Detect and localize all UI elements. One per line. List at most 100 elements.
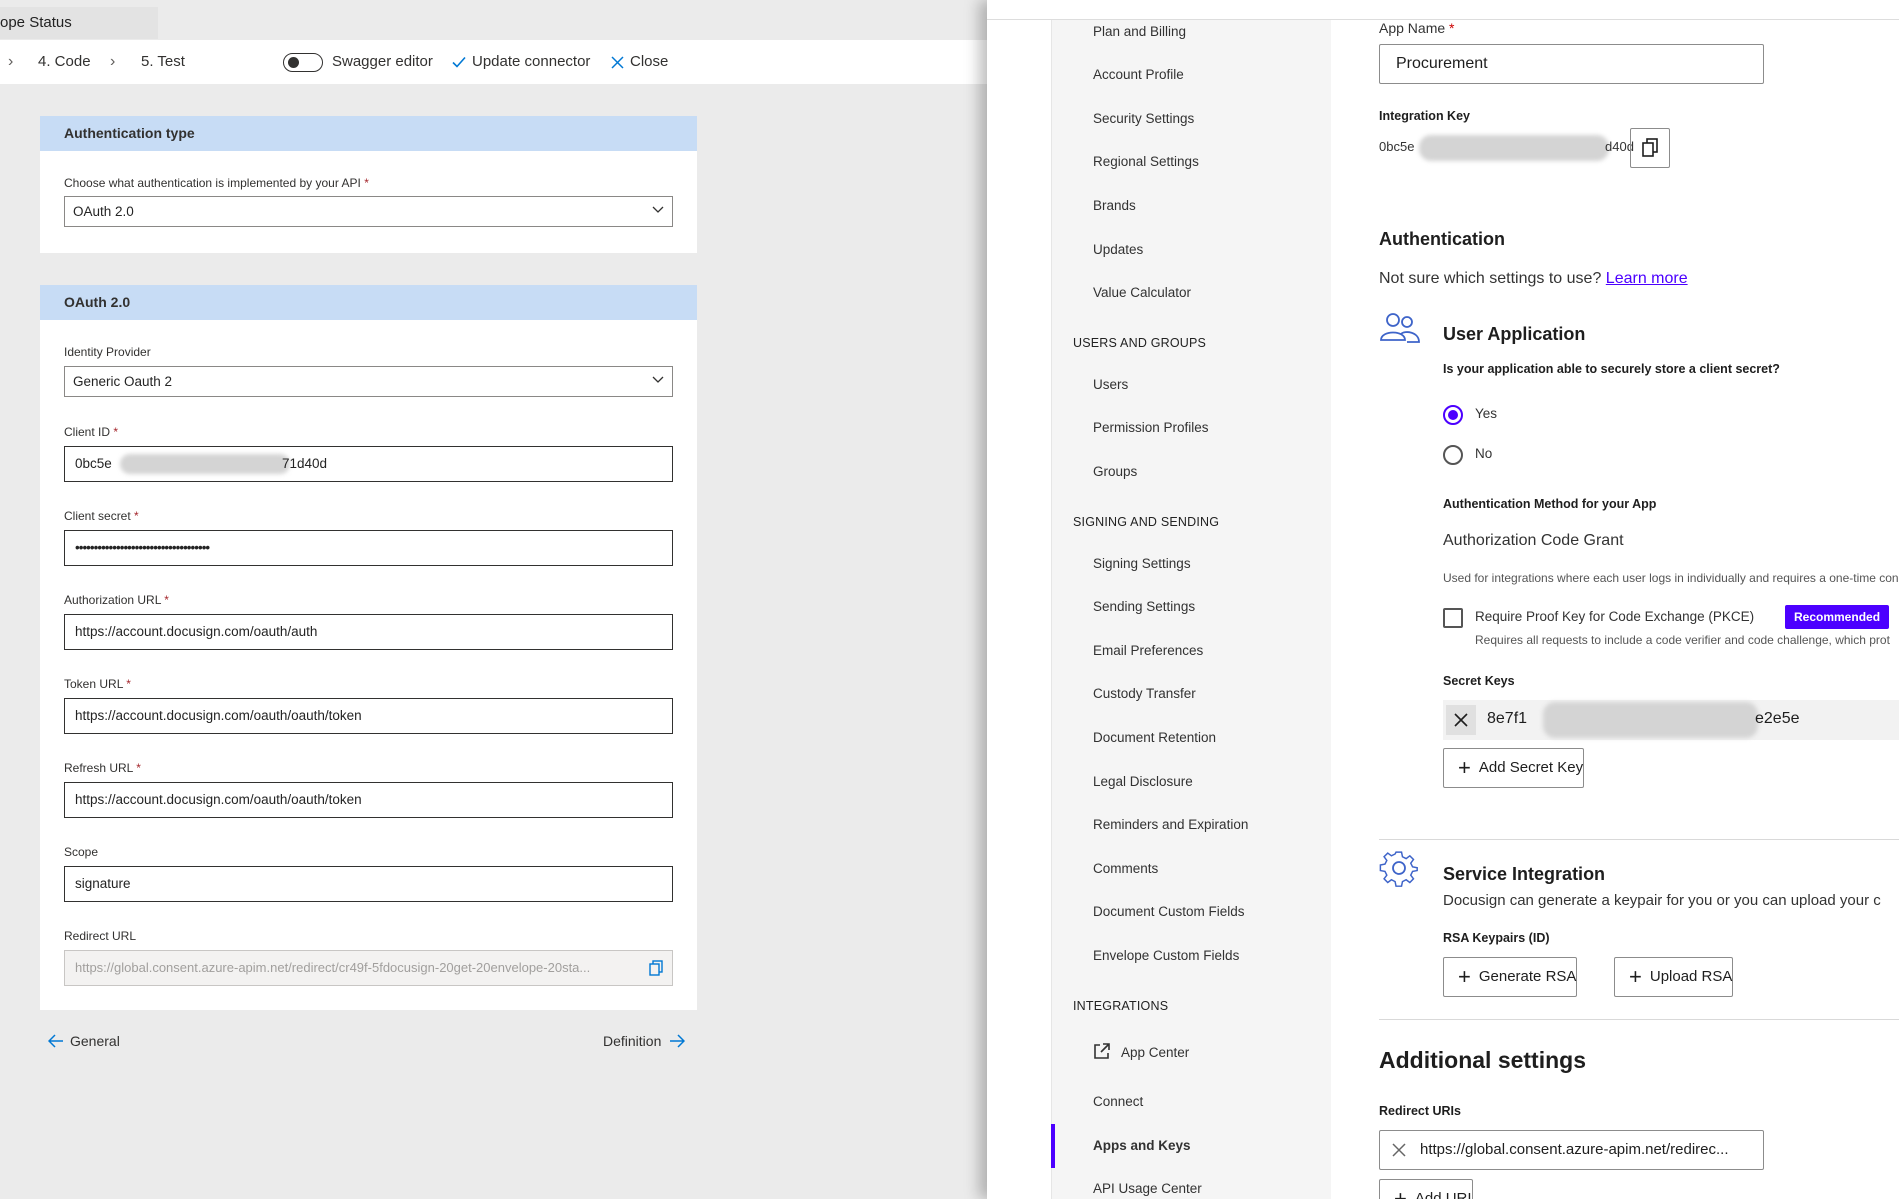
nav-brands[interactable]: Brands [1093, 196, 1136, 216]
generate-rsa-button[interactable]: + Generate RSA [1443, 957, 1578, 997]
generate-rsa-label: Generate RSA [1478, 968, 1577, 985]
app-name-input[interactable]: Procurement [1379, 44, 1764, 84]
client-secret-field[interactable]: •••••••••••••••••••••••••••••••••••• [64, 530, 673, 566]
secret-key-start: 8e7f1 [1487, 710, 1528, 727]
back-general-label: General [70, 1033, 120, 1049]
delete-secret-key-button[interactable] [1446, 705, 1476, 735]
nav-app-center[interactable]: App Center [1093, 1042, 1189, 1062]
redaction-blur [1543, 702, 1758, 738]
plus-icon: + [1629, 964, 1642, 989]
add-secret-key-button[interactable]: + Add Secret Key [1443, 748, 1585, 788]
chevron-down-icon [652, 376, 664, 383]
radio-yes[interactable] [1443, 405, 1463, 425]
pkce-checkbox[interactable] [1443, 608, 1463, 628]
not-sure-text: Not sure which settings to use? [1379, 270, 1602, 287]
authentication-heading: Authentication [1379, 229, 1505, 249]
chevron-right-icon: › [110, 53, 116, 70]
redirect-url-label: Redirect URL [64, 929, 137, 943]
secret-key-row: 8e7f1 e2e5e [1443, 700, 1899, 740]
refresh-url-field[interactable]: https://account.docusign.com/oauth/oauth… [64, 782, 673, 818]
next-definition-label: Definition [603, 1033, 662, 1049]
nav-sending-settings[interactable]: Sending Settings [1093, 597, 1195, 617]
client-id-start: 0bc5e [75, 456, 112, 471]
integration-key-start: 0bc5e [1379, 139, 1415, 154]
nav-custody-transfer[interactable]: Custody Transfer [1093, 684, 1196, 704]
update-connector-button[interactable]: Update connector [452, 40, 590, 84]
remove-uri-icon[interactable] [1392, 1143, 1406, 1157]
nav-plan-billing[interactable]: Plan and Billing [1093, 22, 1186, 42]
identity-provider-label: Identity Provider [64, 345, 151, 359]
nav-connect[interactable]: Connect [1093, 1092, 1143, 1112]
upload-rsa-button[interactable]: + Upload RSA [1614, 957, 1734, 997]
close-button[interactable]: Close [611, 40, 668, 84]
nav-updates[interactable]: Updates [1093, 240, 1143, 260]
sidebar-gutter [987, 0, 1052, 1199]
window-tab-title[interactable]: ope Status [0, 7, 158, 39]
nav-apps-and-keys[interactable]: Apps and Keys [1093, 1136, 1191, 1156]
next-definition-link[interactable]: Definition [603, 1030, 686, 1052]
nav-account-profile[interactable]: Account Profile [1093, 65, 1184, 85]
additional-settings-heading: Additional settings [1379, 1047, 1586, 1073]
nav-regional-settings[interactable]: Regional Settings [1093, 152, 1199, 172]
section-integrations: INTEGRATIONS [1073, 999, 1169, 1013]
integration-key-label: Integration Key [1379, 109, 1470, 123]
redirect-uri-input[interactable]: https://global.consent.azure-apim.net/re… [1379, 1130, 1764, 1170]
nav-api-usage-center[interactable]: API Usage Center [1093, 1179, 1202, 1199]
nav-legal-disclosure[interactable]: Legal Disclosure [1093, 772, 1193, 792]
nav-signing-settings[interactable]: Signing Settings [1093, 554, 1191, 574]
gear-icon [1379, 851, 1418, 887]
integration-key-value: 0bc5e d40d [1379, 135, 1639, 161]
rsa-keypairs-label: RSA Keypairs (ID) [1443, 931, 1550, 945]
oauth-header: OAuth 2.0 [40, 285, 697, 320]
add-uri-button[interactable]: + Add URI [1379, 1179, 1473, 1199]
update-connector-label: Update connector [472, 53, 591, 70]
nav-email-preferences[interactable]: Email Preferences [1093, 641, 1203, 661]
nav-envelope-custom-fields[interactable]: Envelope Custom Fields [1093, 946, 1239, 966]
nav-reminders-expiration[interactable]: Reminders and Expiration [1093, 815, 1248, 835]
service-integration-heading: Service Integration [1443, 864, 1606, 884]
nav-comments[interactable]: Comments [1093, 859, 1158, 879]
not-sure-row: Not sure which settings to use? Learn mo… [1379, 270, 1688, 288]
redaction-blur [120, 454, 290, 474]
redirect-url-field: https://global.consent.azure-apim.net/re… [64, 950, 673, 986]
nav-document-retention[interactable]: Document Retention [1093, 728, 1216, 748]
recommended-badge: Recommended [1785, 605, 1890, 629]
radio-yes-label: Yes [1475, 406, 1498, 421]
oauth-card: OAuth 2.0 Identity Provider Generic Oaut… [40, 285, 697, 1010]
nav-permission-profiles[interactable]: Permission Profiles [1093, 418, 1209, 438]
radio-no[interactable] [1443, 445, 1463, 465]
redirect-uri-value: https://global.consent.azure-apim.net/re… [1420, 1141, 1729, 1158]
auth-method-label: Authentication Method for your App [1443, 497, 1657, 511]
scope-field[interactable]: signature [64, 866, 673, 902]
active-nav-indicator [1051, 1124, 1055, 1168]
auth-method-value: Authorization Code Grant [1443, 532, 1624, 549]
copy-integration-key-button[interactable] [1630, 128, 1670, 168]
authorization-url-field[interactable]: https://account.docusign.com/oauth/auth [64, 614, 673, 650]
swagger-editor-toggle[interactable] [283, 53, 323, 72]
back-general-link[interactable]: General [47, 1030, 120, 1052]
nav-value-calculator[interactable]: Value Calculator [1093, 283, 1191, 303]
identity-provider-select[interactable]: Generic Oauth 2 [64, 366, 673, 397]
header-strip [987, 0, 1899, 20]
radio-no-label: No [1475, 446, 1493, 461]
token-url-label: Token URL * [64, 677, 131, 691]
nav-users[interactable]: Users [1093, 375, 1128, 395]
secret-key-end: e2e5e [1755, 710, 1800, 727]
client-id-label: Client ID * [64, 425, 119, 439]
nav-groups[interactable]: Groups [1093, 462, 1137, 482]
wizard-step-test[interactable]: 5. Test [141, 40, 185, 84]
user-application-icon [1380, 313, 1420, 343]
wizard-step-code[interactable]: 4. Code [38, 40, 91, 84]
close-icon [1454, 713, 1468, 727]
toggle-knob [288, 57, 299, 68]
arrow-left-icon [47, 1034, 63, 1048]
plus-icon: + [1458, 964, 1471, 989]
nav-security-settings[interactable]: Security Settings [1093, 109, 1194, 129]
client-id-field[interactable]: 0bc5e 71d40d [64, 446, 673, 482]
token-url-field[interactable]: https://account.docusign.com/oauth/oauth… [64, 698, 673, 734]
copy-icon[interactable] [649, 960, 664, 976]
copy-icon [1642, 138, 1658, 157]
nav-document-custom-fields[interactable]: Document Custom Fields [1093, 902, 1245, 922]
learn-more-link[interactable]: Learn more [1606, 270, 1688, 287]
auth-type-select[interactable]: OAuth 2.0 [64, 196, 673, 227]
